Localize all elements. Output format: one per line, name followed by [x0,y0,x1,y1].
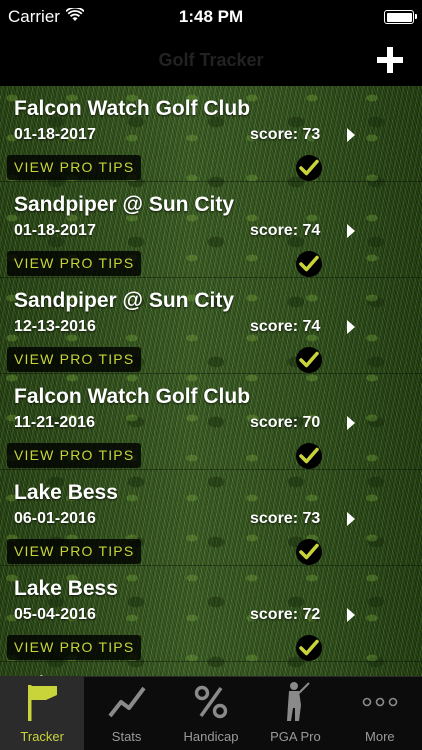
round-score: score: 73 [250,126,321,143]
tab-label: More [365,729,395,744]
round-date: 06-01-2016 [14,510,96,527]
checkmark-icon [296,635,322,661]
more-dots-icon [362,677,398,727]
round-date: 05-04-2016 [14,606,96,623]
checkmark-icon [296,251,322,277]
round-row[interactable]: Falcon Watch Golf Club 01-18-2017 score:… [0,86,422,182]
round-date: 11-21-2016 [14,414,95,431]
chevron-right-icon[interactable] [343,316,359,338]
chevron-right-icon[interactable] [343,508,359,530]
course-name: Sandpiper @ Sun City [14,289,234,312]
chevron-right-icon[interactable] [343,220,359,242]
view-pro-tips-button[interactable]: VIEW PRO TIPS [7,443,142,468]
percent-icon [194,677,228,727]
course-name: Lake Bess [14,577,118,600]
wifi-icon [65,6,85,27]
round-row[interactable]: Lake Bess 05-04-2016 score: 72 VIEW PRO … [0,566,422,662]
tab-more[interactable]: More [338,677,422,750]
status-bar: Carrier 1:48 PM [0,0,422,34]
view-pro-tips-button[interactable]: VIEW PRO TIPS [7,251,142,276]
rounds-list[interactable]: Falcon Watch Golf Club 01-18-2017 score:… [0,86,422,676]
round-row[interactable]: Sandpiper @ Sun City 12-13-2016 score: 7… [0,278,422,374]
round-score: score: 74 [250,222,321,239]
chevron-right-icon[interactable] [343,412,359,434]
plus-icon [377,47,403,73]
tab-pga-pro[interactable]: PGA Pro [253,677,337,750]
tab-tracker[interactable]: Tracker [0,677,85,750]
chevron-right-icon[interactable] [343,124,359,146]
round-score: score: 70 [250,414,321,431]
round-score: score: 73 [250,510,321,527]
round-row[interactable]: Lake Bess [0,662,422,676]
round-date: 01-18-2017 [14,126,96,143]
golfer-icon [278,677,312,727]
view-pro-tips-button[interactable]: VIEW PRO TIPS [7,539,142,564]
nav-bar: Golf Tracker [0,34,422,86]
line-chart-icon [107,677,147,727]
round-score: score: 72 [250,606,321,623]
chevron-right-icon[interactable] [343,604,359,626]
checkmark-icon [296,539,322,565]
tab-stats[interactable]: Stats [84,677,168,750]
status-left: Carrier [8,6,85,27]
view-pro-tips-button[interactable]: VIEW PRO TIPS [7,155,142,180]
checkmark-icon [296,347,322,373]
course-name: Falcon Watch Golf Club [14,385,251,408]
round-row[interactable]: Lake Bess 06-01-2016 score: 73 VIEW PRO … [0,470,422,566]
tab-handicap[interactable]: Handicap [169,677,253,750]
round-date: 12-13-2016 [14,318,96,335]
tab-label: Tracker [20,729,64,744]
round-row[interactable]: Sandpiper @ Sun City 01-18-2017 score: 7… [0,182,422,278]
checkmark-icon [296,155,322,181]
view-pro-tips-button[interactable]: VIEW PRO TIPS [7,635,142,660]
checkmark-icon [296,443,322,469]
tab-label: Handicap [183,729,239,744]
round-date: 01-18-2017 [14,222,96,239]
course-name: Sandpiper @ Sun City [14,193,234,216]
view-pro-tips-button[interactable]: VIEW PRO TIPS [7,347,142,372]
tab-bar: Tracker Stats Handicap PGA Pro More [0,676,422,750]
round-row[interactable]: Falcon Watch Golf Club 11-21-2016 score:… [0,374,422,470]
course-name: Lake Bess [14,481,118,504]
course-name: Falcon Watch Golf Club [14,97,251,120]
add-round-button[interactable] [372,42,408,78]
flag-icon [24,677,60,727]
round-score: score: 74 [250,318,321,335]
carrier-label: Carrier [8,7,60,26]
battery-icon [384,10,417,24]
tab-label: Stats [111,729,142,744]
tab-label: PGA Pro [270,729,321,744]
page-title: Golf Tracker [158,49,264,70]
